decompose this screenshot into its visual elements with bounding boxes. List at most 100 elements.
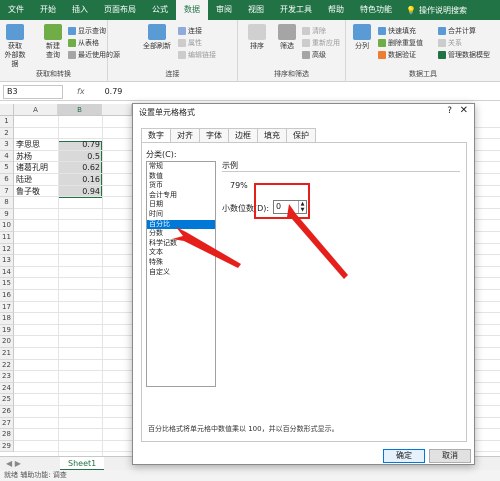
row-header[interactable]: 12 bbox=[0, 243, 14, 256]
advanced-filter-button[interactable]: 高级 bbox=[302, 50, 326, 60]
row-header[interactable]: 15 bbox=[0, 278, 14, 290]
dialog-tab-2[interactable]: 字体 bbox=[199, 128, 229, 142]
row-header[interactable]: 27 bbox=[0, 417, 14, 430]
ribbon-tab-1[interactable]: 开始 bbox=[32, 0, 64, 20]
row-header[interactable]: 23 bbox=[0, 371, 14, 383]
category-item[interactable]: 科学记数 bbox=[147, 239, 215, 249]
sort-button[interactable]: 排序 bbox=[246, 24, 268, 51]
connections-button[interactable]: 连接 bbox=[178, 26, 202, 36]
row-header[interactable]: 8 bbox=[0, 197, 14, 209]
data-validation-button[interactable]: 数据验证 bbox=[378, 50, 416, 60]
row-header[interactable]: 14 bbox=[0, 266, 14, 279]
column-header-a[interactable]: A bbox=[14, 104, 58, 116]
sheet-tab-sheet1[interactable]: Sheet1 bbox=[60, 457, 105, 471]
ribbon-tab-6[interactable]: 审阅 bbox=[208, 0, 240, 20]
from-table-button[interactable]: 从表格 bbox=[68, 38, 99, 48]
row-header[interactable]: 1 bbox=[0, 116, 14, 128]
flash-fill-button[interactable]: 快速填充 bbox=[378, 26, 416, 36]
close-button[interactable]: ✕ bbox=[460, 105, 468, 116]
row-header[interactable]: 22 bbox=[0, 359, 14, 372]
category-item[interactable]: 数值 bbox=[147, 172, 215, 182]
row-header[interactable]: 11 bbox=[0, 232, 14, 244]
category-item[interactable]: 常规 bbox=[147, 162, 215, 172]
category-item[interactable]: 百分比 bbox=[147, 219, 215, 230]
cancel-button[interactable]: 取消 bbox=[429, 449, 471, 463]
properties-button[interactable]: 属性 bbox=[178, 38, 202, 48]
cell-value[interactable]: 0.79 bbox=[58, 139, 100, 150]
row-header[interactable]: 16 bbox=[0, 290, 14, 302]
category-item[interactable]: 分数 bbox=[147, 229, 215, 239]
select-all-corner[interactable] bbox=[0, 104, 14, 116]
row-header[interactable]: 6 bbox=[0, 174, 14, 186]
ribbon-tab-3[interactable]: 页面布局 bbox=[96, 0, 144, 20]
cell-name[interactable]: 陆逊 bbox=[16, 174, 32, 185]
category-list[interactable]: 常规 数值 货币 会计专用 日期 时间 百分比 分数 科学记数 文本 特殊 自定义 bbox=[146, 161, 216, 387]
ribbon-tab-9[interactable]: 帮助 bbox=[320, 0, 352, 20]
ribbon-tab-10[interactable]: 特色功能 bbox=[352, 0, 400, 20]
ribbon-tab-2[interactable]: 插入 bbox=[64, 0, 96, 20]
category-item[interactable]: 特殊 bbox=[147, 258, 215, 268]
remove-duplicates-button[interactable]: 删除重复值 bbox=[378, 38, 423, 48]
cell-value[interactable]: 0.5 bbox=[58, 151, 100, 162]
row-header[interactable]: 24 bbox=[0, 382, 14, 395]
category-item[interactable]: 日期 bbox=[147, 200, 215, 210]
column-header-b[interactable]: B bbox=[58, 104, 102, 116]
category-item[interactable]: 时间 bbox=[147, 210, 215, 220]
dialog-tab-1[interactable]: 对齐 bbox=[170, 128, 200, 142]
dialog-tab-0[interactable]: 数字 bbox=[141, 128, 171, 143]
cell-name[interactable]: 诸葛孔明 bbox=[16, 162, 48, 173]
text-to-columns-button[interactable]: 分列 bbox=[352, 24, 372, 51]
consolidate-button[interactable]: 合并计算 bbox=[438, 26, 476, 36]
dialog-tab-3[interactable]: 边框 bbox=[228, 128, 258, 142]
row-header[interactable]: 26 bbox=[0, 406, 14, 418]
reapply-button[interactable]: 重新应用 bbox=[302, 38, 340, 48]
row-header[interactable]: 7 bbox=[0, 185, 14, 198]
get-external-data-button[interactable]: 获取 外部数据 bbox=[2, 24, 28, 69]
row-header[interactable]: 29 bbox=[0, 440, 14, 453]
category-item[interactable]: 自定义 bbox=[147, 268, 215, 278]
cell-name[interactable]: 李思思 bbox=[16, 139, 40, 150]
row-header[interactable]: 17 bbox=[0, 301, 14, 314]
row-header[interactable]: 21 bbox=[0, 348, 14, 360]
ribbon-tab-4[interactable]: 公式 bbox=[144, 0, 176, 20]
cell-name[interactable]: 苏杨 bbox=[16, 151, 32, 162]
ribbon-tab-0[interactable]: 文件 bbox=[0, 0, 32, 20]
name-box[interactable]: B3 bbox=[3, 84, 63, 99]
row-header[interactable]: 19 bbox=[0, 324, 14, 337]
sheet-nav-arrows-icon[interactable]: ◀ ▶ bbox=[6, 459, 21, 468]
category-item[interactable]: 会计专用 bbox=[147, 191, 215, 201]
category-item[interactable]: 文本 bbox=[147, 248, 215, 258]
cell-value[interactable]: 0.16 bbox=[58, 174, 100, 185]
filter-button[interactable]: 筛选 bbox=[276, 24, 298, 51]
ok-button[interactable]: 确定 bbox=[383, 449, 425, 463]
dialog-tab-4[interactable]: 填充 bbox=[257, 128, 287, 142]
show-queries-button[interactable]: 显示查询 bbox=[68, 26, 106, 36]
row-header[interactable]: 4 bbox=[0, 150, 14, 163]
row-header[interactable]: 9 bbox=[0, 208, 14, 221]
cell-name[interactable]: 鲁子敬 bbox=[16, 186, 40, 197]
row-header[interactable]: 20 bbox=[0, 336, 14, 348]
ribbon-tab-7[interactable]: 视图 bbox=[240, 0, 272, 20]
row-header[interactable]: 3 bbox=[0, 139, 14, 151]
row-header[interactable]: 13 bbox=[0, 255, 14, 267]
help-button[interactable]: ? bbox=[447, 106, 452, 116]
row-header[interactable]: 18 bbox=[0, 313, 14, 325]
tell-me-search[interactable]: 💡 操作说明搜索 bbox=[406, 5, 467, 16]
column-header-rest[interactable] bbox=[102, 104, 132, 116]
edit-links-button[interactable]: 编辑链接 bbox=[178, 50, 216, 60]
category-item[interactable]: 货币 bbox=[147, 181, 215, 191]
ribbon-tab-5[interactable]: 数据 bbox=[176, 0, 208, 20]
row-header[interactable]: 25 bbox=[0, 394, 14, 406]
manage-data-model-button[interactable]: 管理数据模型 bbox=[438, 50, 490, 60]
formula-input[interactable]: 0.79 bbox=[105, 87, 123, 96]
new-query-button[interactable]: 新建 查询 bbox=[40, 24, 66, 60]
row-header[interactable]: 10 bbox=[0, 220, 14, 232]
refresh-all-button[interactable]: 全部刷新 bbox=[142, 24, 172, 51]
clear-filter-button[interactable]: 清除 bbox=[302, 26, 326, 36]
row-header[interactable]: 2 bbox=[0, 127, 14, 140]
cell-value[interactable]: 0.94 bbox=[58, 186, 100, 197]
cell-value[interactable]: 0.62 bbox=[58, 162, 100, 173]
row-header[interactable]: 28 bbox=[0, 429, 14, 441]
dialog-tab-5[interactable]: 保护 bbox=[286, 128, 316, 142]
row-header[interactable]: 5 bbox=[0, 162, 14, 174]
